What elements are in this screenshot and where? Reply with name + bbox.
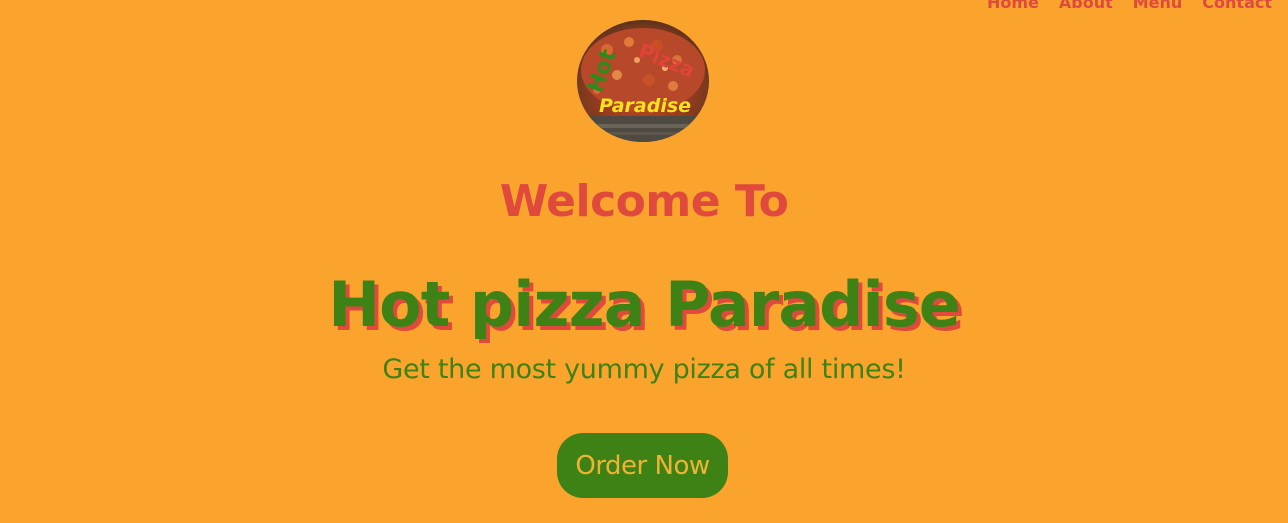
top-nav: Home About Menu Contact [987,0,1272,13]
logo: Hot Pizza Paradise [577,20,709,142]
nav-about-link[interactable]: About [1059,0,1113,13]
tagline: Get the most yummy pizza of all times! [382,354,906,385]
pizza-logo-image: Hot Pizza Paradise [577,20,709,142]
order-now-button[interactable]: Order Now [557,433,728,498]
welcome-heading: Welcome To [499,176,789,228]
nav-menu-link[interactable]: Menu [1133,0,1183,13]
brand-title: Hot pizza Paradise [328,268,961,342]
nav-home-link[interactable]: Home [987,0,1039,13]
logo-word-paradise: Paradise [599,95,691,117]
nav-contact-link[interactable]: Contact [1202,0,1272,13]
